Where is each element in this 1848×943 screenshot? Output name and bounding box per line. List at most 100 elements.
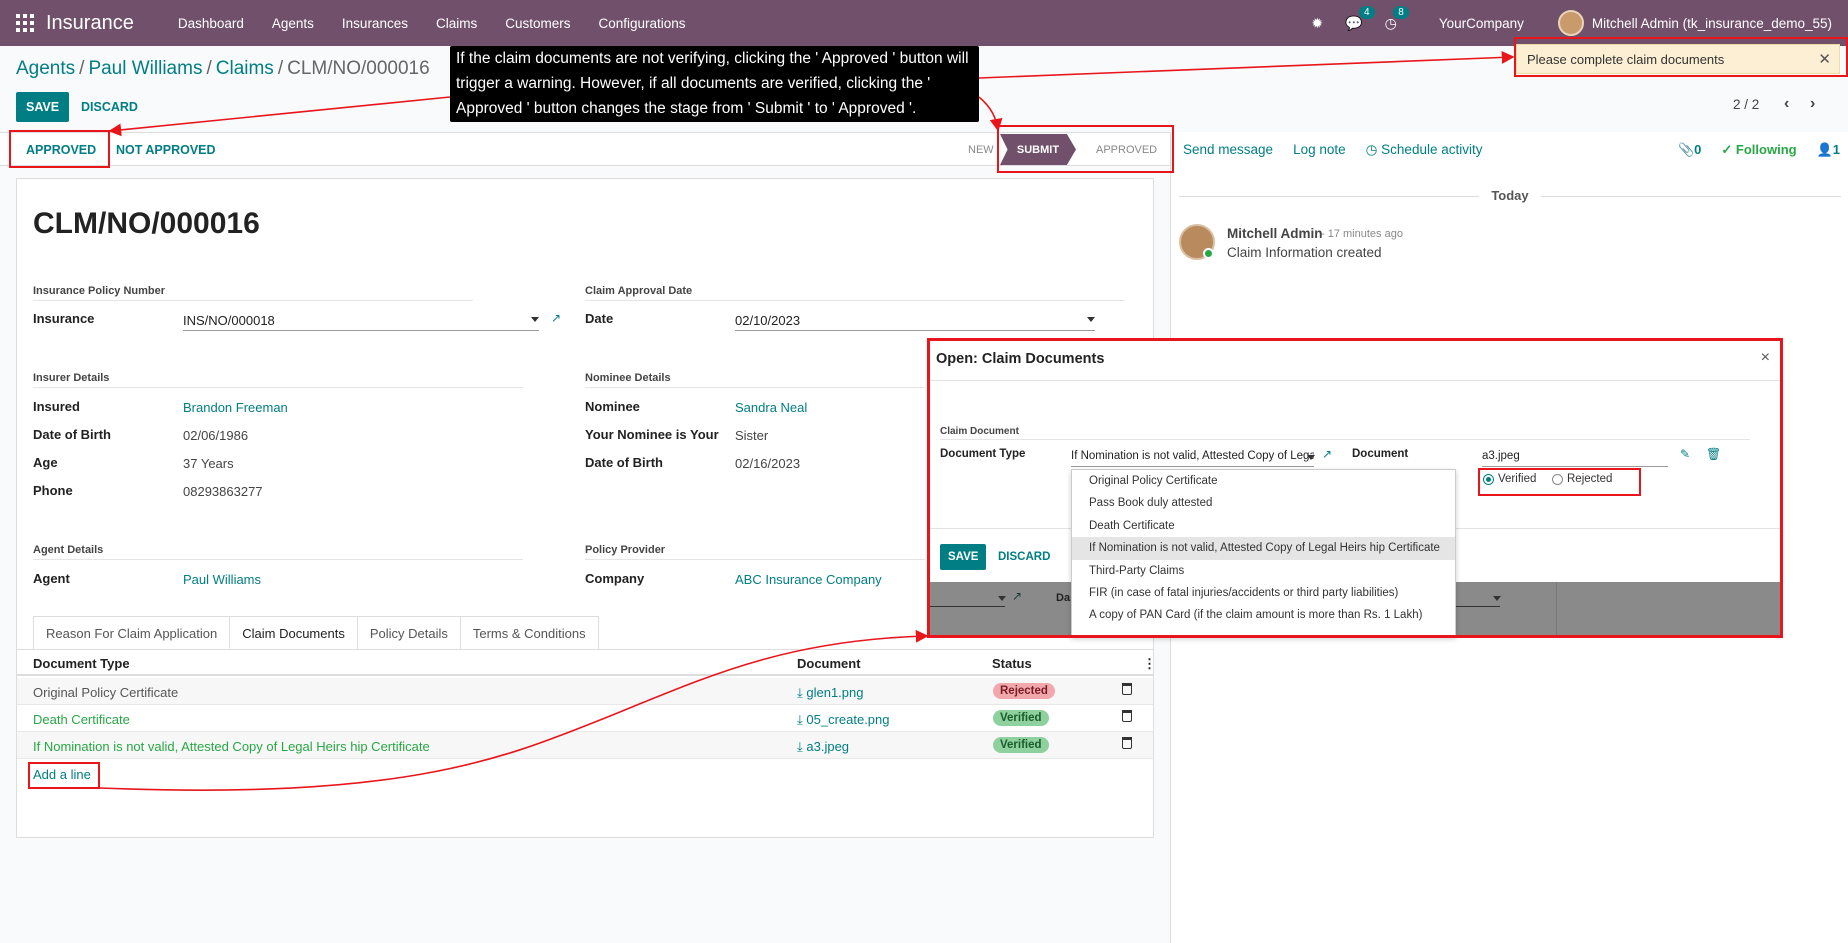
tab-claim-documents[interactable]: Claim Documents — [229, 616, 358, 649]
company-link[interactable]: ABC Insurance Company — [735, 572, 882, 587]
company-switcher[interactable]: YourCompany — [1439, 16, 1524, 31]
provider-section-label: Policy Provider — [585, 544, 666, 556]
tab-reason[interactable]: Reason For Claim Application — [33, 616, 231, 649]
col-status[interactable]: Status — [992, 656, 1032, 671]
chevron-down-icon[interactable] — [1087, 317, 1095, 322]
notebook-tabs: Reason For Claim Application Claim Docum… — [33, 616, 599, 649]
pager-value[interactable]: 2 / 2 — [1733, 97, 1759, 112]
section-divider — [585, 300, 1125, 301]
apps-grid-icon[interactable] — [16, 14, 34, 32]
row-document-type: Death Certificate — [33, 712, 130, 727]
breadcrumb-agents[interactable]: Agents — [16, 58, 75, 79]
breadcrumb-claims[interactable]: Claims — [216, 58, 274, 79]
row-document-link[interactable]: ⤓ 05_create.png — [797, 712, 890, 728]
col-document[interactable]: Document — [797, 656, 861, 671]
bug-icon[interactable]: ✹ — [1311, 15, 1323, 32]
followers-button[interactable]: 👤1 — [1817, 142, 1840, 158]
schedule-activity-button[interactable]: ◷ Schedule activity — [1366, 142, 1483, 158]
nominee-section-label: Nominee Details — [585, 372, 671, 384]
highlight-status-radios — [1478, 468, 1641, 496]
section-divider — [33, 559, 523, 560]
user-icon: 👤 — [1816, 142, 1833, 157]
app-brand[interactable]: Insurance — [46, 12, 134, 35]
trash-icon[interactable] — [1122, 683, 1132, 695]
discard-button[interactable]: DISCARD — [81, 100, 138, 114]
status-badge: Verified — [993, 737, 1049, 753]
insurance-value: INS/NO/000018 — [183, 313, 275, 328]
menu-configurations[interactable]: Configurations — [585, 16, 700, 31]
online-status-dot — [1203, 248, 1214, 259]
row-document-type: Original Policy Certificate — [33, 685, 179, 700]
menu-claims[interactable]: Claims — [422, 16, 491, 31]
user-avatar — [1557, 10, 1584, 36]
tab-terms[interactable]: Terms & Conditions — [459, 616, 599, 649]
highlight-approved-button — [9, 130, 110, 168]
stage-new[interactable]: NEW — [968, 144, 994, 156]
menu-customers[interactable]: Customers — [491, 16, 584, 31]
message-body: Claim Information created — [1227, 245, 1382, 260]
date-label: Date — [585, 311, 614, 326]
attachments-button[interactable]: 📎0 — [1678, 142, 1701, 158]
insured-label: Insured — [33, 399, 80, 414]
insurance-field[interactable]: INS/NO/000018 — [183, 311, 539, 331]
menu-agents[interactable]: Agents — [258, 16, 328, 31]
following-button[interactable]: ✓ Following — [1721, 142, 1796, 158]
user-name: Mitchell Admin (tk_insurance_demo_55) — [1591, 15, 1832, 31]
paperclip-icon: 📎 — [1677, 142, 1695, 157]
highlight-add-line — [28, 762, 100, 789]
save-button[interactable]: SAVE — [16, 92, 70, 122]
date-separator: Today — [1491, 188, 1529, 203]
highlight-dialog — [927, 338, 1783, 638]
record-title: CLM/NO/000016 — [33, 207, 260, 240]
nominee-label: Nominee — [585, 399, 640, 414]
log-note-button[interactable]: Log note — [1293, 142, 1346, 158]
documents-table-header: Document Type Document Status ⋮ — [17, 650, 1156, 676]
nominee-dob-value: 02/16/2023 — [735, 456, 801, 471]
column-options-icon[interactable]: ⋮ — [1143, 656, 1156, 672]
message-author[interactable]: Mitchell Admin — [1227, 226, 1323, 241]
pager-next-icon[interactable]: › — [1810, 95, 1815, 113]
insurer-section-label: Insurer Details — [33, 372, 110, 384]
section-divider — [585, 387, 925, 388]
relation-label: Your Nominee is Your — [585, 427, 719, 442]
dob-label: Date of Birth — [33, 427, 111, 442]
breadcrumb-agent[interactable]: Paul Williams — [88, 58, 202, 79]
trash-icon[interactable] — [1122, 710, 1132, 722]
agent-label: Agent — [33, 571, 70, 586]
menu-dashboard[interactable]: Dashboard — [164, 16, 258, 31]
messages-icon[interactable]: 💬 4 — [1345, 5, 1375, 32]
pager-prev-icon[interactable]: ‹ — [1784, 95, 1789, 113]
status-badge: Verified — [993, 710, 1049, 726]
section-divider — [585, 559, 925, 560]
user-menu[interactable]: Mitchell Admin (tk_insurance_demo_55) — [1557, 10, 1832, 36]
send-message-button[interactable]: Send message — [1183, 142, 1273, 158]
check-icon: ✓ — [1721, 142, 1733, 157]
agent-link[interactable]: Paul Williams — [183, 572, 261, 587]
company-label: Company — [585, 571, 645, 586]
row-document-link[interactable]: ⤓ glen1.png — [797, 685, 864, 701]
status-badge: Rejected — [993, 683, 1055, 699]
date-field[interactable]: 02/10/2023 — [735, 311, 1095, 331]
menu-insurances[interactable]: Insurances — [328, 16, 422, 31]
breadcrumb: Agents / Paul Williams / Claims / CLM/NO/00001… — [16, 58, 430, 79]
trash-icon[interactable] — [1122, 737, 1132, 749]
table-row[interactable]: Original Policy Certificate ⤓ glen1.png … — [17, 678, 1153, 705]
highlight-stage-bar — [997, 125, 1174, 173]
tab-policy-details[interactable]: Policy Details — [356, 616, 461, 649]
nominee-link[interactable]: Sandra Neal — [735, 400, 807, 415]
table-row[interactable]: If Nomination is not valid, Attested Cop… — [17, 732, 1153, 759]
activities-icon[interactable]: ◷ 8 — [1385, 5, 1409, 32]
external-link-icon[interactable]: ↗ — [551, 311, 561, 325]
section-divider — [33, 300, 473, 301]
date-value: 02/10/2023 — [735, 313, 801, 328]
phone-value: 08293863277 — [183, 484, 263, 499]
not-approved-button[interactable]: NOT APPROVED — [116, 143, 216, 157]
insured-link[interactable]: Brandon Freeman — [183, 400, 288, 415]
row-document-type: If Nomination is not valid, Attested Cop… — [33, 739, 430, 754]
chevron-down-icon[interactable] — [531, 317, 539, 322]
annotation-tooltip: If the claim documents are not verifying… — [450, 46, 979, 122]
download-icon: ⤓ — [797, 685, 803, 700]
col-document-type[interactable]: Document Type — [33, 656, 130, 671]
table-row[interactable]: Death Certificate ⤓ 05_create.png Verifi… — [17, 705, 1153, 732]
row-document-link[interactable]: ⤓ a3.jpeg — [797, 739, 849, 755]
